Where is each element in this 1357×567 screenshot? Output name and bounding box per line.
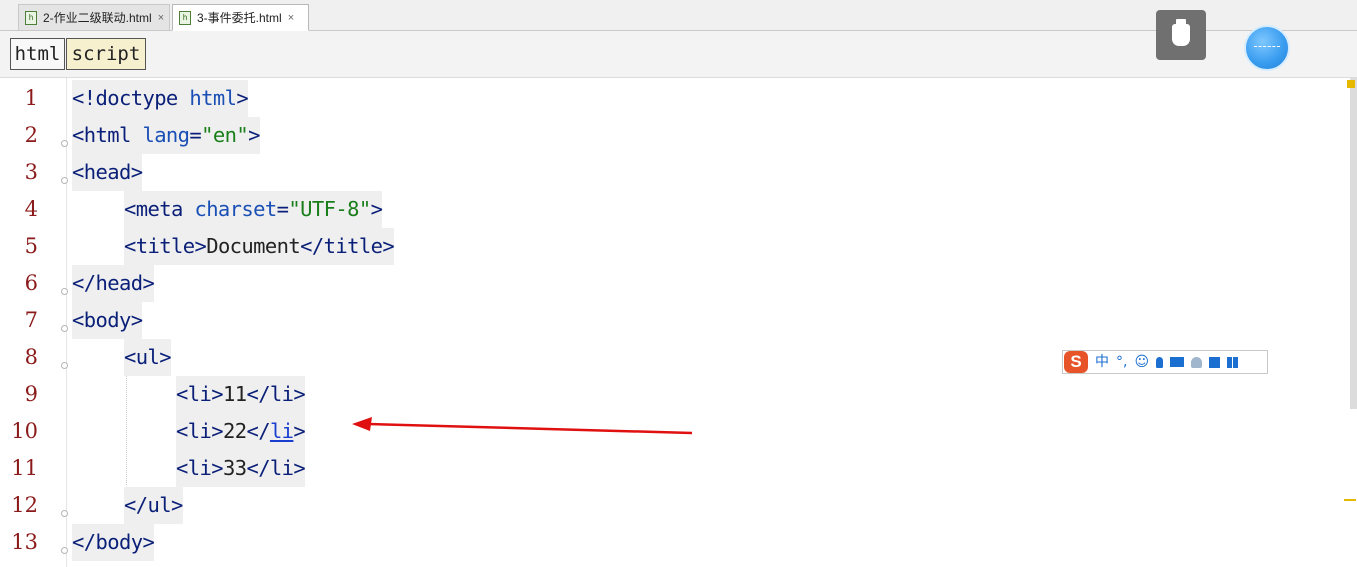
usb-drive-icon[interactable] bbox=[1156, 10, 1206, 60]
vertical-scrollbar[interactable] bbox=[1350, 78, 1357, 409]
skin-icon[interactable] bbox=[1209, 356, 1221, 368]
tab-erji-liandong[interactable]: h 2-作业二级联动.html × bbox=[18, 4, 170, 30]
tab-shijian-weituo[interactable]: h 3-事件委托.html × bbox=[172, 4, 309, 31]
toolbox-icon[interactable] bbox=[1227, 356, 1239, 368]
mode-toolbar: html script bbox=[0, 31, 1357, 78]
html-mode-button[interactable]: html bbox=[10, 38, 65, 70]
ime-toolbar[interactable]: S 中 °, ☺ bbox=[1062, 350, 1268, 374]
close-icon[interactable]: × bbox=[158, 12, 164, 24]
sogou-logo-icon[interactable]: S bbox=[1064, 351, 1088, 373]
tab-label: 2-作业二级联动.html bbox=[43, 11, 152, 25]
ime-punctuation-toggle[interactable]: °, bbox=[1116, 351, 1127, 373]
code-editor[interactable]: 1 2 3 4 5 6 7 8 9 10 11 12 13 <!doctype … bbox=[0, 78, 1357, 567]
script-mode-button[interactable]: script bbox=[66, 38, 146, 70]
ime-language-toggle[interactable]: 中 bbox=[1095, 351, 1109, 373]
html-file-icon: h bbox=[25, 10, 37, 25]
keyboard-icon[interactable] bbox=[1170, 357, 1185, 367]
tab-label: 3-事件委托.html bbox=[197, 11, 282, 25]
tab-bar: h 2-作业二级联动.html × h 3-事件委托.html × bbox=[0, 0, 1357, 31]
emoji-icon[interactable]: ☺ bbox=[1134, 351, 1149, 373]
red-arrow-annotation bbox=[352, 417, 693, 435]
microphone-icon[interactable] bbox=[1156, 356, 1164, 368]
user-icon[interactable] bbox=[1191, 356, 1203, 368]
floating-ball-icon[interactable] bbox=[1244, 25, 1290, 71]
close-icon[interactable]: × bbox=[288, 12, 294, 24]
html-file-icon: h bbox=[179, 10, 191, 25]
scroll-marker bbox=[1344, 499, 1356, 501]
warning-marker bbox=[1347, 80, 1355, 88]
